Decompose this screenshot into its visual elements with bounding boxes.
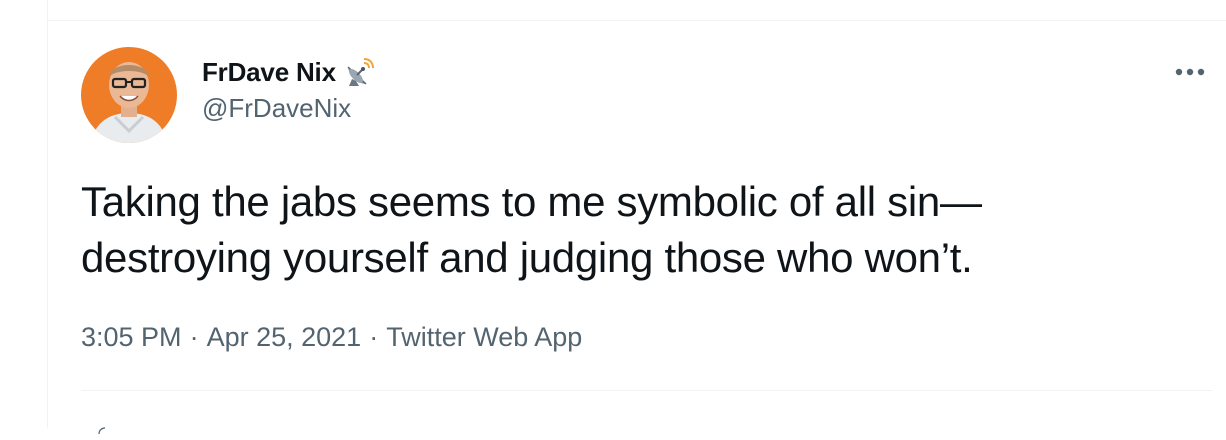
avatar[interactable] — [81, 47, 177, 143]
reply-icon[interactable] — [98, 422, 106, 435]
author-info: FrDave Nix @FrDaveNix — [202, 57, 374, 124]
more-horizontal-icon — [1175, 68, 1205, 76]
separator-dot: · — [369, 322, 379, 352]
separator-dot: · — [189, 322, 199, 352]
tweet-date[interactable]: Apr 25, 2021 — [207, 322, 362, 353]
satellite-icon — [344, 57, 374, 87]
tweet-time[interactable]: 3:05 PM — [81, 322, 182, 353]
more-options-button[interactable] — [1168, 57, 1212, 87]
timeline-column: FrDave Nix @FrDaveNix Taking the jabs se… — [47, 0, 1226, 435]
tweet-source[interactable]: Twitter Web App — [386, 322, 582, 353]
tweet-card[interactable]: FrDave Nix @FrDaveNix Taking the jabs se… — [48, 21, 1226, 435]
handle[interactable]: @FrDaveNix — [202, 93, 374, 124]
display-name[interactable]: FrDave Nix — [202, 57, 336, 88]
bottom-divider — [81, 390, 1212, 391]
tweet-metadata: 3:05 PM · Apr 25, 2021 · Twitter Web App — [81, 322, 582, 353]
tweet-text: Taking the jabs seems to me symbolic of … — [81, 178, 982, 281]
avatar-image — [81, 47, 177, 143]
